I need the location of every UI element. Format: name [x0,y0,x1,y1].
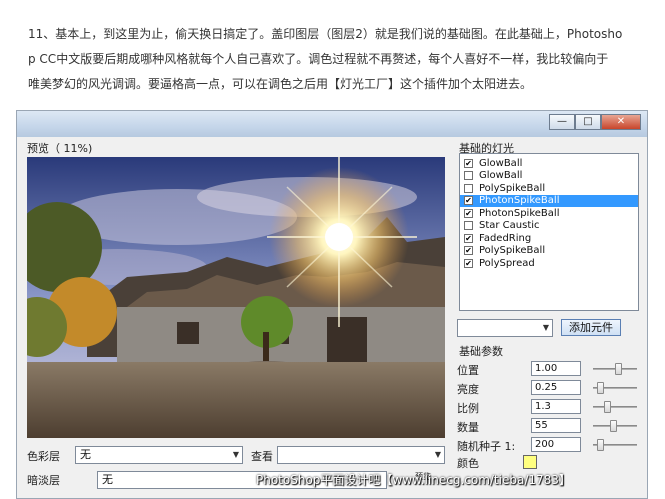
light-list-item[interactable]: ✔ PhotonSpikeBall [460,207,638,220]
params-group-label: 基础参数 [459,345,503,358]
preview-photo-svg [27,157,445,438]
window-controls: — □ ✕ [549,114,641,130]
chevron-down-icon: ▼ [434,450,441,459]
add-element-button[interactable]: 添加元件 [561,319,621,336]
color-layer-select[interactable]: 无 ▼ [75,446,243,464]
slider-thumb[interactable] [615,363,622,375]
light-item-label: PolySpread [479,257,535,269]
maximize-button[interactable]: □ [575,114,601,130]
light-list-item[interactable]: ✔ FadedRing [460,232,638,245]
brightness-slider[interactable] [593,382,637,394]
color-label: 颜色 [457,457,479,470]
light-item-label: PhotonSpikeBall [479,207,560,219]
scale-input[interactable]: 1.3 [531,399,581,414]
light-item-label: Star Caustic [479,220,540,232]
checkbox[interactable]: ✔ [464,258,473,268]
seed-input[interactable]: 200 [531,437,581,452]
light-list-item[interactable]: ✔ GlowBall [460,157,638,170]
position-slider[interactable] [593,363,637,375]
dark-layer-value: 无 [102,473,113,486]
seed-label: 随机种子 1: [457,440,516,453]
brightness-input[interactable]: 0.25 [531,380,581,395]
slider-thumb[interactable] [610,420,617,432]
light-list-item[interactable]: ✔ PolySpread [460,257,638,270]
article-line-1: 11、基本上，到这里为止，偷天换日搞定了。盖印图层（图层2）就是我们说的基础图。… [28,27,623,41]
lights-list[interactable]: ✔ GlowBall GlowBall PolySpikeBall ✔ PhotonSpi… [459,153,639,311]
color-layer-label: 色彩层 [27,450,60,463]
slider-thumb[interactable] [597,382,604,394]
color-layer-value: 无 [80,448,91,461]
article-line-2: p CC中文版要后期成哪种风格就每个人自己喜欢了。调色过程就不再赘述，每个人喜好… [28,52,609,66]
dark-layer-label: 暗淡层 [27,474,60,487]
view-label: 查看 [251,450,273,463]
color-swatch[interactable] [523,455,537,469]
view-select[interactable]: ▼ [277,446,445,464]
light-list-item[interactable]: GlowBall [460,170,638,183]
article-text: 11、基本上，到这里为止，偷天换日搞定了。盖印图层（图层2）就是我们说的基础图。… [28,22,640,97]
checkbox[interactable] [464,183,473,193]
checkbox[interactable]: ✔ [464,233,473,243]
scale-slider[interactable] [593,401,637,413]
checkbox[interactable]: ✔ [464,196,473,206]
position-input[interactable]: 1.00 [531,361,581,376]
count-slider[interactable] [593,420,637,432]
brightness-label: 亮度 [457,383,479,396]
right-panel: 基础的灯光 ✔ GlowBall GlowBall PolySpikeBall ✔ Pho… [457,137,647,497]
checkbox[interactable] [464,221,473,231]
minimize-button[interactable]: — [549,114,575,130]
light-item-label: PolySpikeBall [479,182,546,194]
light-item-label: PolySpikeBall [479,245,546,257]
checkbox[interactable]: ✔ [464,158,473,168]
lighting-effects-window: — □ ✕ 预览（ 11%) 色彩层 无 ▼ 查看 ▼ 暗淡层 无 预览 基础的… [16,110,648,499]
window-titlebar[interactable]: — □ ✕ [17,111,647,137]
watermark: PhotoShop平面设计吧【www.linecg.com/tieba/1783… [256,473,571,487]
checkbox[interactable] [464,171,473,181]
slider-thumb[interactable] [604,401,611,413]
light-list-item[interactable]: Star Caustic [460,220,638,233]
light-item-label: FadedRing [479,232,532,244]
preview-image[interactable] [27,157,445,438]
light-list-item[interactable]: ✔ PolySpikeBall [460,245,638,258]
scale-label: 比例 [457,402,479,415]
count-label: 数量 [457,421,479,434]
seed-slider[interactable] [593,439,637,451]
light-item-label: GlowBall [479,157,523,169]
chevron-down-icon: ▼ [232,450,239,459]
light-item-label: PhotonSpikeBall [479,195,560,207]
checkbox[interactable]: ✔ [464,246,473,256]
count-input[interactable]: 55 [531,418,581,433]
article-line-3: 唯美梦幻的风光调调。要逼格高一点，可以在调色之后用【灯光工厂】这个插件加个太阳进… [28,77,533,91]
light-list-item[interactable]: ✔ PhotonSpikeBall [460,194,638,207]
slider-thumb[interactable] [597,439,604,451]
light-item-label: GlowBall [479,170,523,182]
element-select[interactable]: ▼ [457,319,553,337]
position-label: 位置 [457,364,479,377]
light-list-item[interactable]: PolySpikeBall [460,182,638,195]
close-button[interactable]: ✕ [601,114,641,130]
preview-label: 预览（ 11%) [27,142,93,155]
chevron-down-icon: ▼ [542,323,549,332]
checkbox[interactable]: ✔ [464,208,473,218]
